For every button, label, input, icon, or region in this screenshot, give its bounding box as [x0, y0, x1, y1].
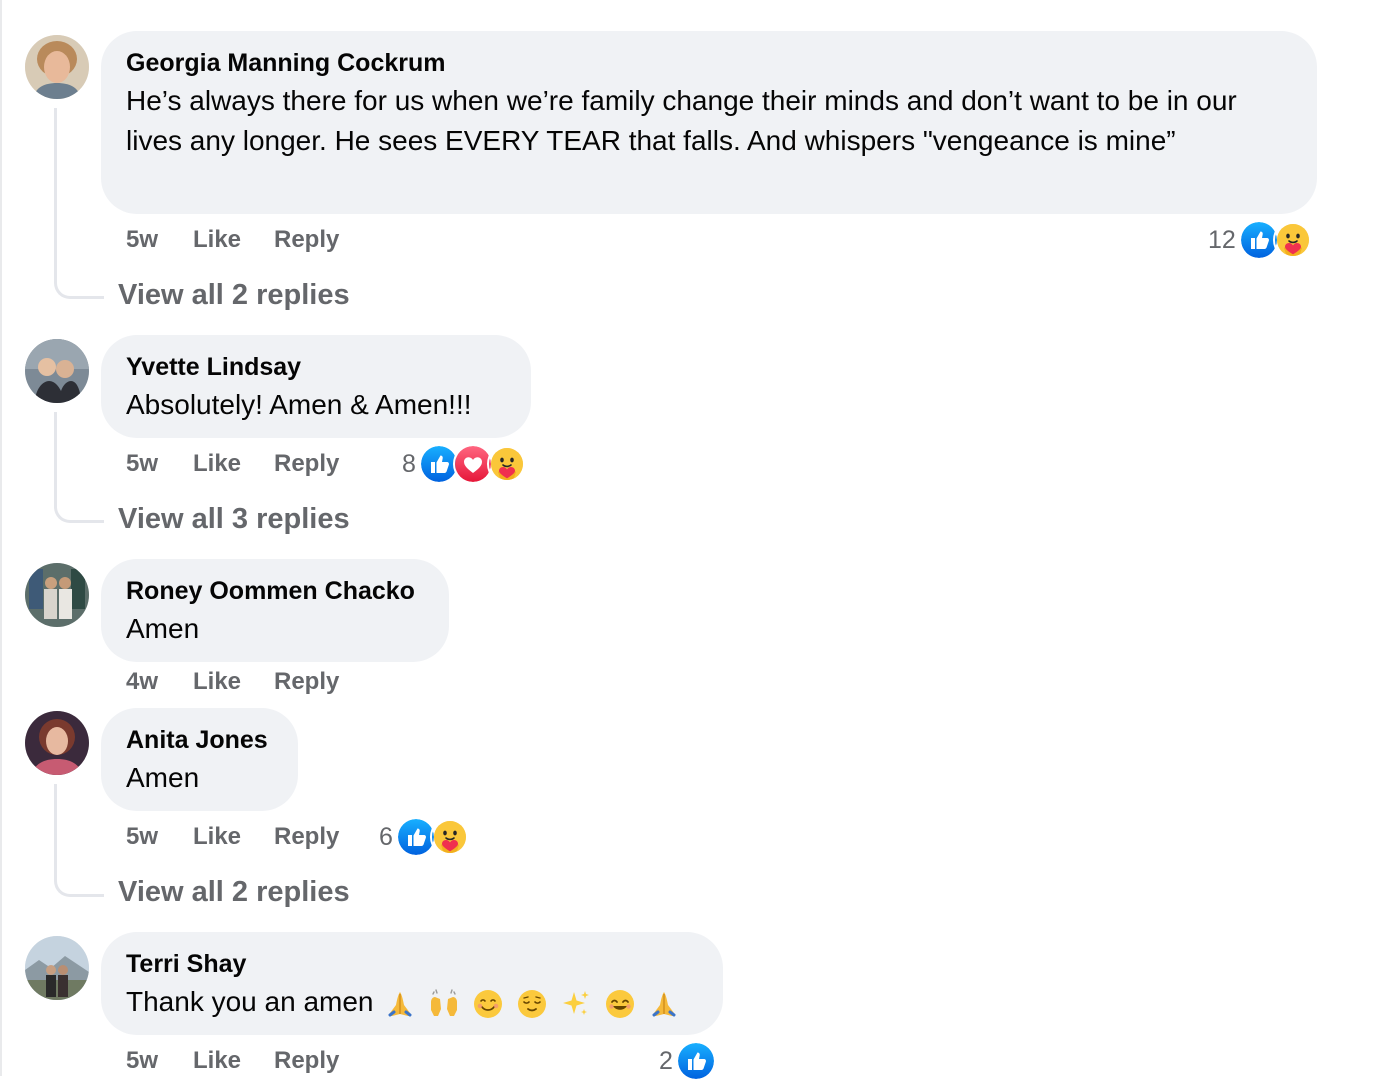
raising-hands-emoji: [428, 988, 460, 1020]
author-name[interactable]: Yvette Lindsay: [126, 349, 507, 385]
comment-text: Absolutely! Amen & Amen!!!: [126, 389, 472, 420]
avatar[interactable]: [25, 711, 89, 775]
avatar[interactable]: [25, 936, 89, 1000]
comment-age[interactable]: 4w: [126, 668, 193, 696]
comment-age[interactable]: 5w: [126, 226, 193, 254]
smiling-face-emoji: [472, 988, 504, 1020]
emoji-row: [384, 988, 680, 1020]
like-button[interactable]: Like: [193, 1047, 274, 1075]
comment-bubble: Georgia Manning Cockrum He’s always ther…: [101, 31, 1317, 214]
reaction-count: 2: [659, 1046, 673, 1075]
avatar[interactable]: [25, 563, 89, 627]
reaction-count: 6: [379, 822, 393, 851]
like-button[interactable]: Like: [193, 226, 274, 254]
author-name[interactable]: Roney Oommen Chacko: [126, 573, 425, 609]
comment-bubble: Roney Oommen Chacko Amen: [101, 559, 449, 662]
comment-text-content: Thank you an amen: [126, 986, 374, 1017]
thread-line: [54, 412, 104, 523]
thread-line: [54, 108, 104, 299]
comment-text: Amen: [126, 613, 200, 644]
comment-actions: 5w Like Reply: [126, 220, 339, 260]
reaction-count: 8: [402, 449, 416, 478]
reply-button[interactable]: Reply: [274, 823, 339, 851]
smiling-eyes-emoji: [604, 988, 636, 1020]
reaction-summary[interactable]: 2: [659, 1041, 716, 1081]
reaction-summary[interactable]: 8: [402, 444, 527, 484]
author-name[interactable]: Anita Jones: [126, 722, 274, 758]
care-icon: [429, 817, 470, 857]
comment-bubble: Terri Shay Thank you an amen: [101, 932, 723, 1035]
comment-age[interactable]: 5w: [126, 450, 193, 478]
comment-actions: 4w Like Reply: [126, 662, 339, 702]
comment-bubble: Anita Jones Amen: [101, 708, 298, 811]
comment-actions: 5w Like Reply: [126, 444, 339, 484]
comment-actions: 5w Like Reply: [126, 1041, 339, 1081]
relieved-face-emoji: [516, 988, 548, 1020]
like-button[interactable]: Like: [193, 823, 274, 851]
comment-age[interactable]: 5w: [126, 823, 193, 851]
reply-button[interactable]: Reply: [274, 668, 339, 696]
reaction-summary[interactable]: 12: [1208, 220, 1313, 260]
like-icon: [675, 1041, 716, 1081]
comment-text: Thank you an amen: [126, 982, 699, 1022]
reaction-summary[interactable]: 6: [379, 817, 470, 857]
thread-line: [54, 784, 104, 897]
left-edge-divider: [0, 0, 2, 1076]
reaction-count: 12: [1208, 225, 1236, 254]
reply-button[interactable]: Reply: [274, 450, 339, 478]
care-icon: [486, 444, 527, 484]
like-button[interactable]: Like: [193, 668, 274, 696]
author-name[interactable]: Terri Shay: [126, 946, 699, 982]
reply-button[interactable]: Reply: [274, 1047, 339, 1075]
sparkles-emoji: [560, 988, 592, 1020]
care-icon: [1272, 220, 1313, 260]
like-button[interactable]: Like: [193, 450, 274, 478]
comment-age[interactable]: 5w: [126, 1047, 193, 1075]
author-name[interactable]: Georgia Manning Cockrum: [126, 45, 1293, 81]
view-replies-link[interactable]: View all 3 replies: [118, 501, 350, 537]
folded-hands-emoji: [384, 988, 416, 1020]
avatar[interactable]: [25, 339, 89, 403]
avatar[interactable]: [25, 35, 89, 99]
view-replies-link[interactable]: View all 2 replies: [118, 874, 350, 910]
view-replies-link[interactable]: View all 2 replies: [118, 277, 350, 313]
reply-button[interactable]: Reply: [274, 226, 339, 254]
folded-hands-emoji: [648, 988, 680, 1020]
comment-bubble: Yvette Lindsay Absolutely! Amen & Amen!!…: [101, 335, 531, 438]
comment-actions: 5w Like Reply: [126, 817, 339, 857]
comment-text: Amen: [126, 762, 200, 793]
comment-text: He’s always there for us when we’re fami…: [126, 85, 1237, 156]
